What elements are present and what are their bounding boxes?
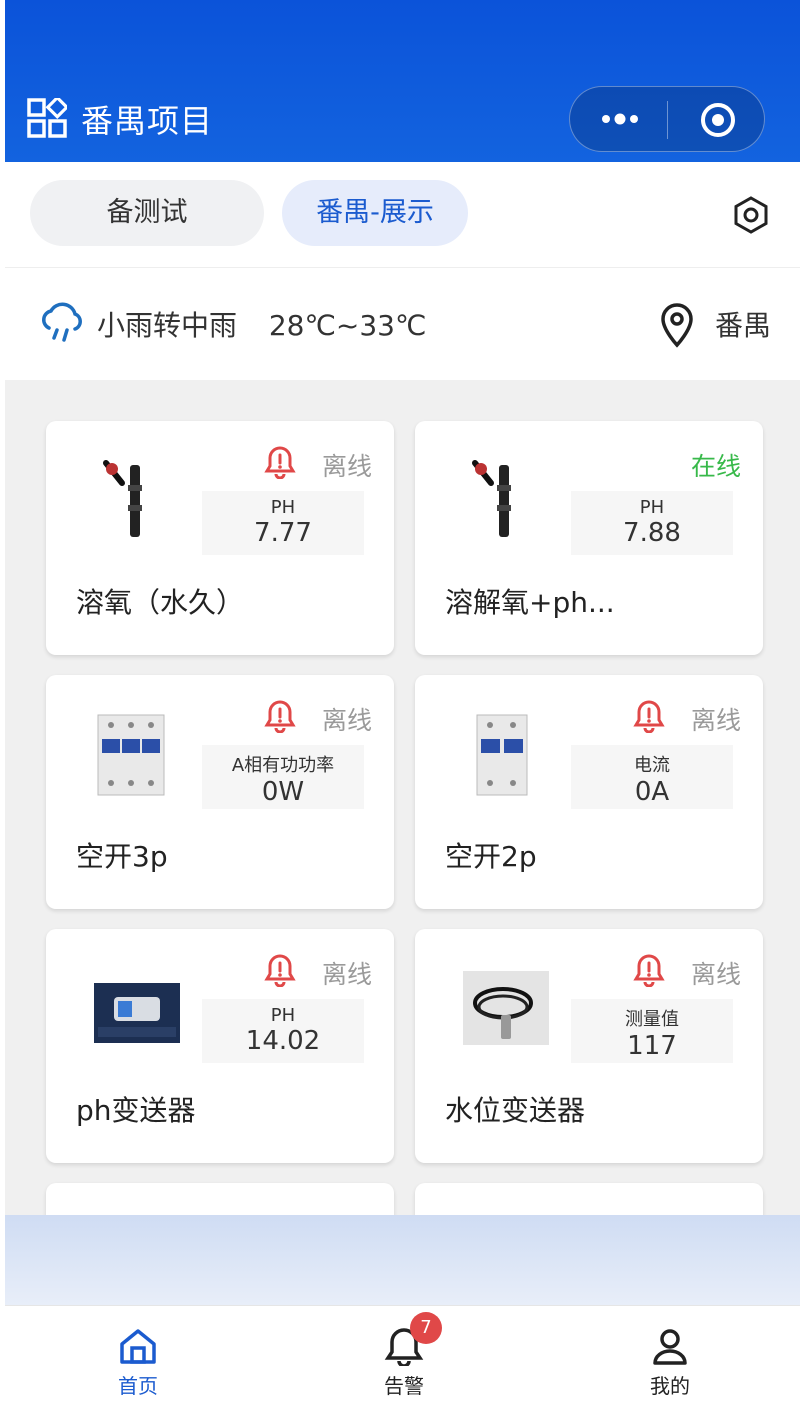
status-badge: 离线 [321,452,372,481]
device-grid: 离线 PH 7.77 溶氧（水久） 在线 PH 7.88 溶解氧+ph... 离… [5,380,800,1215]
status-badge: 离线 [690,960,741,989]
apps-icon[interactable] [27,98,67,138]
level-cable-image [463,971,549,1045]
probe-sensor-image [103,460,142,537]
scroll-fade-overlay [5,1215,800,1305]
metric-label: 电流 [634,755,670,776]
alarm-bell-icon [264,954,296,987]
metric-box: PH 7.88 [571,491,733,555]
nav-profile-label: 我的 [650,1374,690,1398]
home-icon [120,1329,156,1364]
weather-text: 小雨转中雨 28℃~33℃ [97,304,426,344]
device-name: ph变送器 [76,1094,196,1127]
metric-value: 117 [627,1031,677,1061]
device-card-partial[interactable] [46,1183,394,1215]
app-header: 番禺项目 [5,0,800,162]
device-card[interactable]: 离线 A相有功功率 0W 空开3p [46,675,394,909]
device-name: 水位变送器 [445,1094,586,1127]
status-badge: 离线 [321,960,372,989]
device-card[interactable]: 离线 电流 0A 空开2p [415,675,763,909]
page-title: 番禺项目 [81,102,214,140]
metric-value: 0W [261,777,305,807]
device-name: 空开3p [76,840,168,873]
device-name: 溶解氧+ph... [445,586,615,619]
ph-transmitter-image [94,983,180,1043]
user-icon [653,1329,687,1365]
settings-icon[interactable] [733,196,769,234]
metric-box: PH 14.02 [202,999,364,1063]
more-icon[interactable] [600,107,640,131]
probe-sensor-image [472,460,511,537]
device-card[interactable]: 离线 测量值 117 水位变送器 [415,929,763,1163]
metric-label: A相有功功率 [231,755,335,776]
nav-alarm-label: 告警 [384,1374,424,1398]
metric-value: 0A [634,777,670,807]
nav-home[interactable]: 首页 [78,1326,198,1399]
location-pin-icon[interactable] [657,301,697,349]
device-card[interactable]: 离线 PH 7.77 溶氧（水久） [46,421,394,655]
breaker-3p-image [97,714,165,796]
weather-temperature: 28℃~33℃ [268,309,427,342]
weather-bar: 小雨转中雨 28℃~33℃ 番禺 [5,268,800,380]
metric-box: A相有功功率 0W [202,745,364,809]
weather-description: 小雨转中雨 [97,309,238,342]
tab-panyu-showcase[interactable]: 番禺-展示 [282,180,468,246]
metric-label: 测量值 [625,1009,679,1030]
status-badge: 在线 [690,452,741,481]
metric-value: 7.88 [623,518,681,548]
device-name: 溶氧（水久） [76,586,245,619]
close-target-icon[interactable] [700,102,736,138]
status-badge: 离线 [321,706,372,735]
nav-home-label: 首页 [118,1374,158,1398]
tab-device-test[interactable]: 备测试 [30,180,264,246]
metric-value: 7.77 [254,518,312,548]
device-name: 空开2p [445,840,537,873]
device-card-partial[interactable] [415,1183,763,1215]
alarm-bell-icon [264,446,296,479]
metric-box: 电流 0A [571,745,733,809]
metric-label: PH [639,497,665,518]
status-badge: 离线 [690,706,741,735]
breaker-2p-image [476,714,528,796]
rain-cloud-icon [42,302,82,342]
bottom-nav: 首页 7 告警 我的 [5,1305,800,1419]
miniprogram-capsule [569,86,765,152]
project-tabs: 备测试 番禺-展示 [5,162,800,268]
metric-label: PH [270,1005,296,1026]
alarm-count-badge: 7 [410,1312,442,1344]
nav-profile[interactable]: 我的 [610,1326,730,1399]
metric-box: 测量值 117 [571,999,733,1063]
capsule-divider [667,101,668,139]
location-name[interactable]: 番禺 [715,304,771,344]
metric-label: PH [270,497,296,518]
metric-box: PH 7.77 [202,491,364,555]
alarm-bell-icon [264,700,296,733]
device-card[interactable]: 离线 PH 14.02 ph变送器 [46,929,394,1163]
metric-value: 14.02 [245,1026,321,1056]
nav-alarm[interactable]: 7 告警 [344,1312,464,1399]
alarm-bell-icon [633,954,665,987]
alarm-bell-icon [633,700,665,733]
device-card[interactable]: 在线 PH 7.88 溶解氧+ph... [415,421,763,655]
